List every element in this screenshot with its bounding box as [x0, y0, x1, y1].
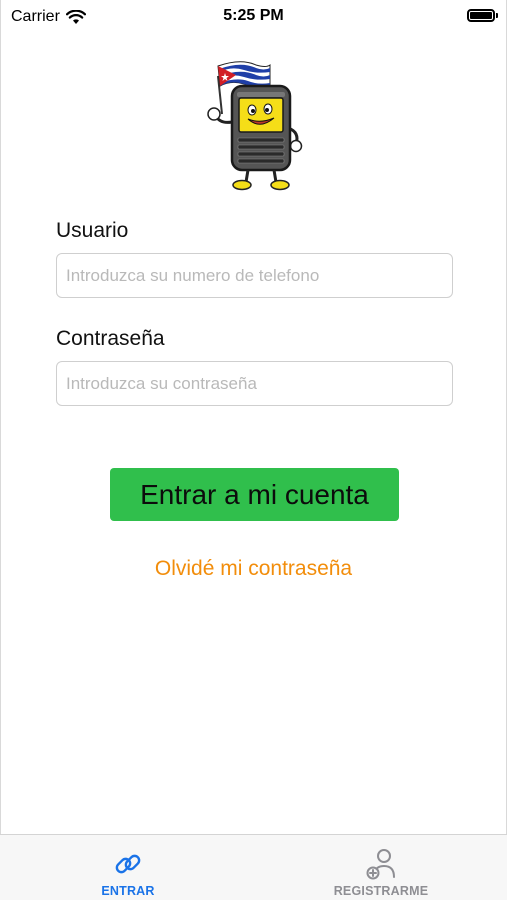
- username-input[interactable]: [56, 253, 453, 298]
- cuban-flag-icon: [217, 61, 271, 89]
- add-user-icon: [366, 849, 395, 880]
- link-icon: [115, 854, 141, 874]
- login-button[interactable]: Entrar a mi cuenta: [110, 468, 399, 521]
- status-bar: Carrier 5:25 PM: [0, 0, 507, 34]
- phone-mascot-logo: [207, 61, 303, 191]
- tab-entrar[interactable]: ENTRAR: [28, 835, 228, 901]
- tab-bar: ENTRAR REGISTRARME: [0, 834, 507, 900]
- username-label: Usuario: [56, 219, 129, 242]
- battery-icon: [467, 9, 498, 22]
- tab-entrar-label: ENTRAR: [101, 884, 155, 898]
- forgot-password-link[interactable]: Olvidé mi contraseña: [0, 557, 507, 581]
- status-time: 5:25 PM: [223, 7, 284, 24]
- password-label: Contraseña: [56, 327, 165, 350]
- password-input[interactable]: [56, 361, 453, 406]
- tab-registrarme[interactable]: REGISTRARME: [281, 835, 481, 901]
- tab-registrarme-label: REGISTRARME: [333, 884, 429, 898]
